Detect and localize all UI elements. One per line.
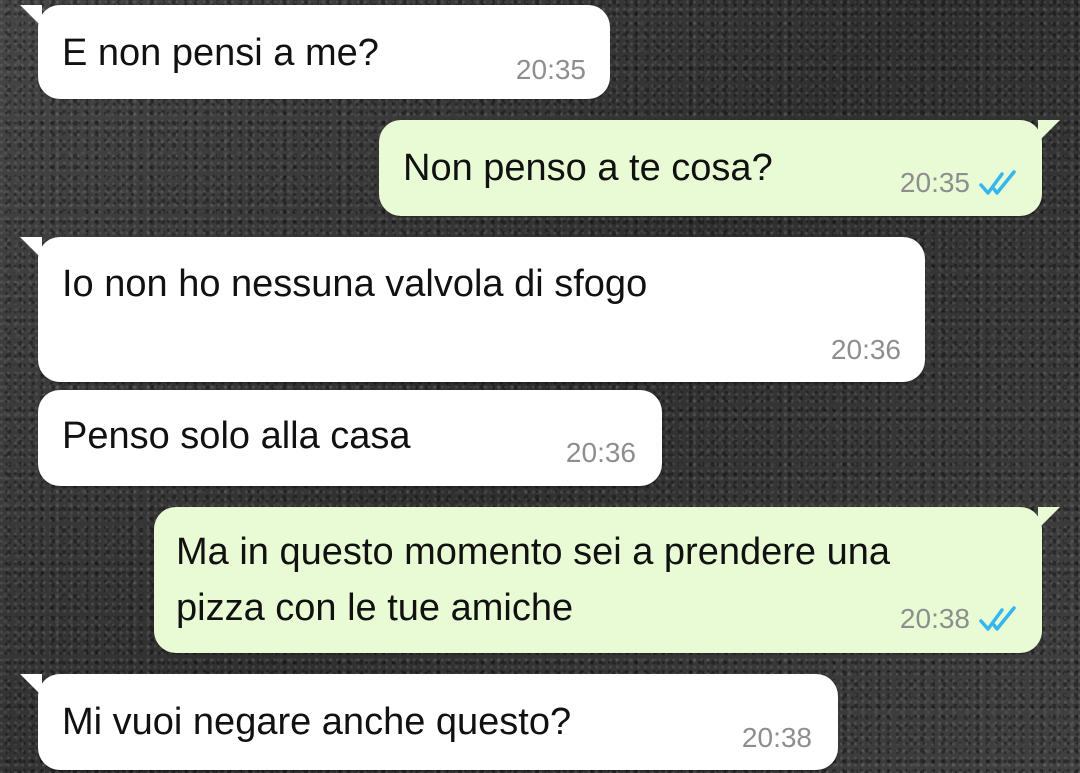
message-text: Io non ho nessuna valvola di sfogo <box>62 263 648 305</box>
message-timestamp: 20:35 <box>515 54 586 85</box>
message-timestamp: 20:36 <box>830 334 901 365</box>
double-check-icon <box>979 606 1016 631</box>
message-timestamp: 20:35 <box>899 167 970 198</box>
message-meta: 20:35 <box>516 54 586 86</box>
message-timestamp: 20:38 <box>741 722 812 753</box>
incoming-message-bubble[interactable]: Penso solo alla casa 20:36 <box>38 390 662 486</box>
message-meta: 20:36 <box>831 334 901 366</box>
outgoing-message-bubble[interactable]: Ma in questo momento sei a prendere una … <box>154 507 1060 653</box>
message-timestamp: 20:38 <box>899 603 970 634</box>
incoming-message-bubble[interactable]: Mi vuoi negare anche questo? 20:38 <box>20 674 838 770</box>
message-text: Non penso a te cosa? <box>403 147 773 189</box>
chat-message-list[interactable]: E non pensi a me? 20:35 Non penso a te c… <box>0 0 1080 773</box>
message-text: E non pensi a me? <box>62 32 379 74</box>
message-meta: 20:36 <box>566 437 636 469</box>
message-text: Ma in questo momento sei a prendere una … <box>176 531 890 629</box>
message-text: Mi vuoi negare anche questo? <box>62 701 572 743</box>
message-meta: 20:38 <box>742 722 812 754</box>
double-check-icon <box>979 170 1016 195</box>
message-meta: 20:35 <box>900 167 1020 199</box>
incoming-message-bubble[interactable]: E non pensi a me? 20:35 <box>20 5 610 99</box>
message-timestamp: 20:36 <box>565 437 636 468</box>
incoming-message-bubble[interactable]: Io non ho nessuna valvola di sfogo 20:36 <box>20 237 925 382</box>
outgoing-message-bubble[interactable]: Non penso a te cosa? 20:35 <box>379 120 1060 216</box>
message-meta: 20:38 <box>900 603 1020 635</box>
message-text: Penso solo alla casa <box>62 415 411 457</box>
